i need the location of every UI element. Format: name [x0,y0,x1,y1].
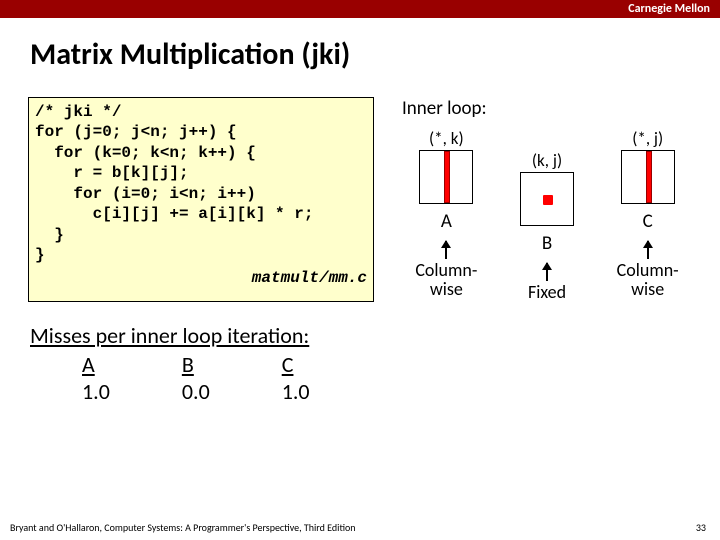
inner-loop-label: Inner loop: [402,97,692,120]
code-lines: /* jki */ for (j=0; j<n; j++) { for (k=0… [35,103,313,264]
matrix-b-box [520,172,574,226]
miss-head-b: B [182,351,194,378]
access-b: Fixed [528,283,566,302]
matrix-c-label: C [643,210,653,233]
code-box: /* jki */ for (j=0; j<n; j++) { for (k=0… [28,97,374,302]
matrix-b-label: B [542,232,552,255]
dot-b [543,195,553,205]
miss-head-a: A [82,351,95,378]
arrow-up-c [647,241,649,259]
code-filename: matmult/mm.c [35,268,367,288]
footer-page: 33 [696,521,706,534]
coord-a: (*, k) [429,128,464,148]
miss-head-c: C [282,351,294,378]
column-stripe-a [444,151,450,203]
matrix-col-a: (*, k) A Column- wise [402,128,491,299]
coord-c: (*, j) [632,128,663,148]
miss-col-b: B 0.0 [182,351,210,405]
miss-val-b: 0.0 [182,378,210,405]
matrix-row: (*, k) A Column- wise (k, j) B Fixed [402,128,692,302]
access-a: Column- wise [415,261,477,299]
arrow-up-a [445,241,447,259]
miss-col-c: C 1.0 [282,351,310,405]
main-content: /* jki */ for (j=0; j<n; j++) { for (k=0… [0,97,720,302]
arrow-up-b [546,263,548,281]
institution-label: Carnegie Mellon [628,2,710,16]
coord-b: (k, j) [532,150,562,170]
miss-val-c: 1.0 [282,378,310,405]
footer: Bryant and O'Hallaron, Computer Systems:… [10,521,706,534]
misses-section: Misses per inner loop iteration: A 1.0 B… [30,322,720,405]
column-stripe-c [646,151,652,203]
matrix-a-box [419,150,473,204]
footer-credit: Bryant and O'Hallaron, Computer Systems:… [10,521,356,534]
matrix-col-b: (k, j) B Fixed [503,150,592,302]
slide-title: Matrix Multiplication (jki) [30,36,720,73]
misses-title: Misses per inner loop iteration: [30,322,720,349]
misses-row: A 1.0 B 0.0 C 1.0 [82,351,720,405]
matrix-a-label: A [441,210,452,233]
matrix-c-box [621,150,675,204]
access-c: Column- wise [617,261,679,299]
diagram-area: Inner loop: (*, k) A Column- wise (k, j)… [402,97,692,302]
miss-col-a: A 1.0 [82,351,110,405]
miss-val-a: 1.0 [82,378,110,405]
header-bar: Carnegie Mellon [0,0,720,18]
matrix-col-c: (*, j) C Column- wise [603,128,692,299]
